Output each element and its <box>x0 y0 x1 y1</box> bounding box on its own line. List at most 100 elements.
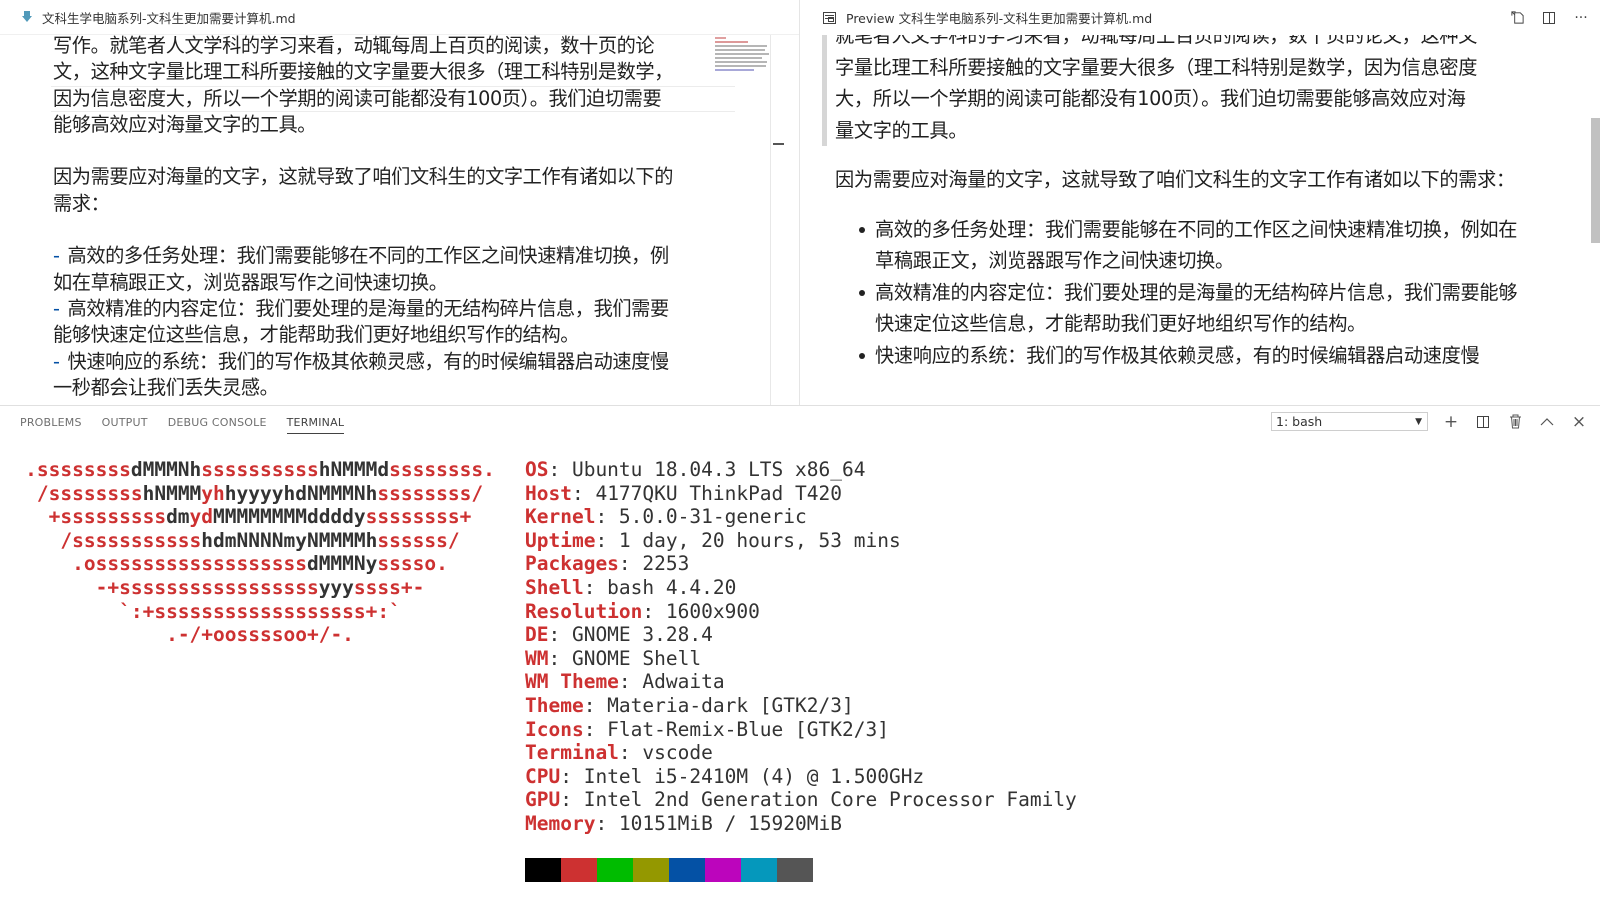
info-key: OS <box>525 458 549 481</box>
blockquote: 就笔者人文学科的学习来看，动辄每周上百页的阅读，数十页的论文，这种文 字量比理工… <box>822 20 1525 146</box>
info-value: : Intel 2nd Generation Core Processor Fa… <box>560 788 1077 812</box>
color-palette <box>525 858 813 882</box>
markdown-editor-group: 文科生学电脑系列-文科生更加需要计算机.md 写作。就笔者人文学科的学习来看，动… <box>0 0 800 413</box>
source-line: 能够快速定位这些信息，才能帮助我们更好地组织写作的结构。 <box>53 323 580 347</box>
color-swatch <box>561 858 597 882</box>
split-editor-icon[interactable] <box>1540 9 1558 27</box>
close-panel-icon[interactable]: × <box>1570 412 1588 432</box>
maximize-panel-chevron-up-icon[interactable] <box>1538 413 1556 431</box>
info-value: : 1600x900 <box>642 599 760 623</box>
info-value: : Ubuntu 18.04.3 LTS x86_64 <box>548 458 866 481</box>
terminal-select-value: 1: bash <box>1276 414 1323 429</box>
open-source-icon[interactable] <box>1508 9 1526 27</box>
logo-line: -+sssssssssssssssssyyyssss+- <box>95 575 425 599</box>
source-list-line: - 快速响应的系统：我们的写作极其依赖灵感，有的时候编辑器启动速度慢 <box>53 349 669 373</box>
source-list-line: - 高效精准的内容定位：我们要处理的是海量的无结构碎片信息，我们需要 <box>53 296 669 320</box>
logo-line: /sssssssshNMMMyhhyyyyhdNMMMNhssssssss/ <box>36 481 484 505</box>
info-value: : GNOME 3.28.4 <box>548 623 713 647</box>
info-value: : 4177QKU ThinkPad T420 <box>571 481 842 505</box>
info-row: WM: GNOME Shell <box>525 647 1077 671</box>
minimap[interactable] <box>715 35 770 95</box>
quote-line: 字量比理工科所要接触的文字量要大很多（理工科特别是数学，因为信息密度 <box>835 55 1478 79</box>
color-swatch <box>669 858 705 882</box>
info-value: : Intel i5-2410M (4) @ 1.500GHz <box>560 764 925 788</box>
logo-line: .ossssssssssssssssssdMMMNysssso. <box>72 552 448 576</box>
scroll-position-marker <box>773 143 784 145</box>
dropdown-caret-icon: ▼ <box>1415 416 1422 427</box>
info-key: WM Theme <box>525 670 619 694</box>
preview-title[interactable]: Preview 文科生学电脑系列-文科生更加需要计算机.md <box>846 8 1152 27</box>
new-terminal-icon[interactable]: + <box>1442 412 1460 432</box>
info-row: Kernel: 5.0.0-31-generic <box>525 505 1077 529</box>
info-key: Icons <box>525 717 584 741</box>
info-row: Shell: bash 4.4.20 <box>525 576 1077 600</box>
markdown-file-icon <box>22 11 32 23</box>
more-actions-icon[interactable]: ··· <box>1572 9 1590 27</box>
color-swatch <box>597 858 633 882</box>
info-key: Packages <box>525 552 619 576</box>
source-line: 需求： <box>53 191 110 215</box>
list-dash: - <box>53 349 60 373</box>
info-key: Shell <box>525 575 584 599</box>
list-item: 高效精准的内容定位：我们要处理的是海量的无结构碎片信息，我们需要能够快速定位这些… <box>857 277 1525 340</box>
logo-line: +sssssssssdmydMMMMMMMMddddyssssssss+ <box>48 505 472 529</box>
ubuntu-ascii-logo: .ssssssssdMMMNhsssssssssshNMMMdssssssss.… <box>20 458 500 647</box>
info-key: DE <box>525 623 549 647</box>
info-row: Packages: 2253 <box>525 552 1077 576</box>
logo-line: /ssssssssssshdmNNNNmyNMMMMhssssss/ <box>60 528 460 552</box>
source-line: 一秒都会让我们丢失灵感。 <box>53 375 279 399</box>
color-swatch <box>777 858 813 882</box>
info-row: Theme: Materia-dark [GTK2/3] <box>525 694 1077 718</box>
source-line: 文，这种文字量比理工科所要接触的文字量要大很多（理工科特别是数学， <box>53 60 673 84</box>
panel-tabs: PROBLEMS OUTPUT DEBUG CONSOLE TERMINAL <box>20 416 345 434</box>
info-row: WM Theme: Adwaita <box>525 670 1077 694</box>
tab-output[interactable]: OUTPUT <box>102 416 148 434</box>
info-value: : GNOME Shell <box>548 646 702 670</box>
markdown-preview-group: Preview 文科生学电脑系列-文科生更加需要计算机.md ··· 就笔者人文… <box>801 0 1600 413</box>
logo-line: `:+ssssssssssssssssss+:` <box>119 599 401 623</box>
quote-line: 大，所以一个学期的阅读可能都没有100页）。我们迫切需要能够高效应对海 <box>835 87 1466 110</box>
info-row: Host: 4177QKU ThinkPad T420 <box>525 482 1077 506</box>
color-swatch <box>705 858 741 882</box>
panel-actions: 1: bash ▼ + × <box>1271 412 1588 432</box>
info-value: : vscode <box>618 741 713 765</box>
preview-icon <box>823 11 836 24</box>
color-swatch <box>741 858 777 882</box>
info-row: Resolution: 1600x900 <box>525 600 1077 624</box>
logo-line: .-/+oossssoo+/-. <box>166 623 354 647</box>
preview-content: 就笔者人文学科的学习来看，动辄每周上百页的阅读，数十页的论文，这种文 字量比理工… <box>822 20 1525 372</box>
terminal-select[interactable]: 1: bash ▼ <box>1271 412 1428 431</box>
source-line: 因为需要应对海量的文字，这就导致了咱们文科生的文字工作有诸如以下的 <box>53 165 673 189</box>
split-terminal-icon[interactable] <box>1474 413 1492 431</box>
info-value: : 2253 <box>618 552 690 576</box>
bottom-panel: PROBLEMS OUTPUT DEBUG CONSOLE TERMINAL 1… <box>0 405 1600 900</box>
tab-terminal[interactable]: TERMINAL <box>286 416 345 434</box>
editor-scrollbar[interactable] <box>770 35 784 413</box>
info-row: Icons: Flat-Remix-Blue [GTK2/3] <box>525 718 1077 742</box>
current-line: 因为信息密度大，所以一个学期的阅读可能都没有100页）。我们迫切需要 <box>51 85 735 113</box>
info-key: Theme <box>525 693 584 717</box>
source-line: 能够高效应对海量文字的工具。 <box>53 112 317 136</box>
preview-title-bar: Preview 文科生学电脑系列-文科生更加需要计算机.md ··· <box>801 0 1600 35</box>
info-row: Terminal: vscode <box>525 741 1077 765</box>
editor-file-title[interactable]: 文科生学电脑系列-文科生更加需要计算机.md <box>42 8 296 27</box>
info-value: : 1 day, 20 hours, 53 mins <box>595 528 901 552</box>
color-swatch <box>633 858 669 882</box>
source-list-line: - 高效的多任务处理：我们需要能够在不同的工作区之间快速精准切换，例 <box>53 244 669 268</box>
info-value: : Adwaita <box>618 670 725 694</box>
kill-terminal-trash-icon[interactable] <box>1506 413 1524 431</box>
preview-scrollbar-thumb[interactable] <box>1591 118 1600 243</box>
markdown-source-text[interactable]: 写作。就笔者人文学科的学习来看，动辄每周上百页的阅读，数十页的论 文，这种文字量… <box>51 33 735 401</box>
list-item: 高效的多任务处理：我们需要能够在不同的工作区之间快速精准切换，例如在草稿跟正文，… <box>857 214 1525 277</box>
info-value: : 5.0.0-31-generic <box>595 505 807 529</box>
editor-title-bar: 文科生学电脑系列-文科生更加需要计算机.md <box>0 0 799 35</box>
info-key: Terminal <box>525 741 619 765</box>
neofetch-info: OS: Ubuntu 18.04.3 LTS x86_64 Host: 4177Q… <box>525 458 1077 836</box>
source-line: 如在草稿跟正文，浏览器跟写作之间快速切换。 <box>53 270 448 294</box>
tab-debug-console[interactable]: DEBUG CONSOLE <box>168 416 267 434</box>
tab-problems[interactable]: PROBLEMS <box>20 416 82 434</box>
preview-list: 高效的多任务处理：我们需要能够在不同的工作区之间快速精准切换，例如在草稿跟正文，… <box>857 214 1525 372</box>
info-key: Host <box>525 481 572 505</box>
preview-paragraph: 因为需要应对海量的文字，这就导致了咱们文科生的文字工作有诸如以下的需求： <box>835 168 1515 191</box>
info-key: Kernel <box>525 505 596 529</box>
